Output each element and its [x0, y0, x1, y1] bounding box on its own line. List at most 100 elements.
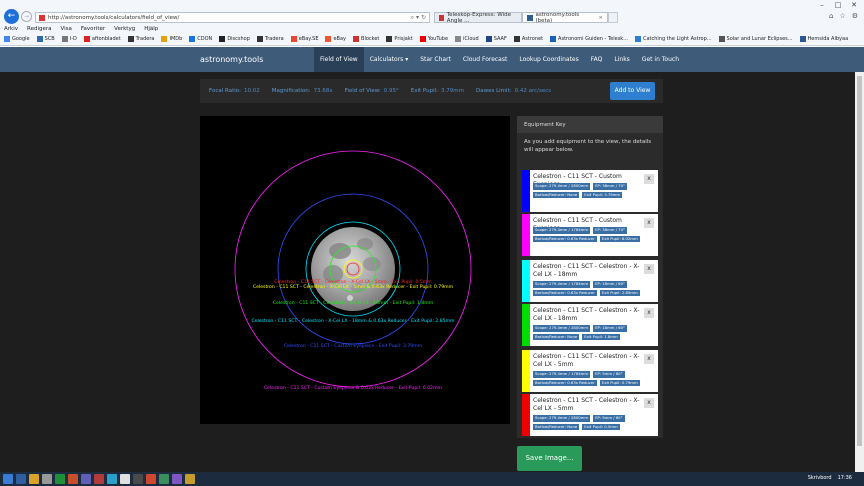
favorite-link[interactable]: Solar and Lunar Eclipses... [718, 36, 793, 42]
favorite-link[interactable]: Prisjakt [386, 36, 413, 42]
remove-equipment-button[interactable]: x [644, 354, 654, 364]
favorite-label: Tradera [264, 36, 284, 42]
remove-equipment-button[interactable]: x [644, 398, 654, 408]
favorite-link[interactable]: Astronet [513, 36, 543, 42]
new-tab-button[interactable] [608, 12, 618, 23]
favorite-favicon-icon [325, 36, 332, 42]
save-image-button[interactable]: Save Image... [517, 446, 582, 471]
favorite-favicon-icon [4, 36, 10, 42]
scrollbar-thumb[interactable] [857, 76, 862, 446]
favorite-link[interactable]: SCB [36, 36, 55, 42]
nav-links[interactable]: Links [608, 47, 635, 72]
favorite-favicon-icon [386, 36, 393, 42]
app-icon[interactable] [68, 474, 78, 484]
address-bar[interactable]: http://astronomy.tools/calculators/field… [35, 12, 430, 23]
menu-arkiv[interactable]: Arkiv [4, 26, 18, 32]
ie-icon[interactable] [16, 474, 26, 484]
equipment-key-panel: Equipment Key As you add equipment to th… [517, 116, 663, 438]
app-icon[interactable] [120, 474, 130, 484]
menu-verktyg[interactable]: Verktyg [114, 26, 135, 32]
app-icon[interactable] [133, 474, 143, 484]
menu-visa[interactable]: Visa [60, 26, 71, 32]
favorites-star-icon[interactable]: ☆ [839, 12, 845, 20]
tray-clock[interactable]: 17:36 [838, 475, 852, 481]
home-icon[interactable]: ⌂ [829, 12, 833, 20]
favorite-link[interactable]: Astronomi Guiden - Telesk... [550, 36, 628, 42]
favorite-link[interactable]: Discshop [219, 36, 250, 42]
app-icon[interactable] [172, 474, 182, 484]
favorite-link[interactable]: IMDb [161, 36, 182, 42]
nav-calculators[interactable]: Calculators ▾ [364, 47, 415, 72]
badge-scope: Scope: 279.4mm / 2800mm [533, 325, 591, 332]
settings-summary-bar: Focal Ratio: 10.02 Magnification: 73.68x F… [200, 79, 663, 103]
favorite-link[interactable]: iCloud [455, 36, 479, 42]
forward-button[interactable]: → [21, 11, 32, 22]
equipment-card: Celestron - C11 SCT - Celestron - X-Cel … [522, 260, 658, 302]
minimize-icon[interactable]: – [814, 0, 830, 10]
favorite-link[interactable]: YouTube [419, 36, 448, 42]
favorite-link[interactable]: eBay [325, 36, 346, 42]
menu-favoriter[interactable]: Favoriter [81, 26, 105, 32]
nav-cloud-forecast[interactable]: Cloud Forecast [457, 47, 513, 72]
nav-field-of-view[interactable]: Field of View [314, 47, 364, 72]
close-window-icon[interactable]: ✕ [846, 0, 862, 10]
badge-eyepiece: EP: 5mm / 60° [593, 415, 625, 422]
remove-equipment-button[interactable]: x [644, 264, 654, 274]
favorite-link[interactable]: Tradera [256, 36, 284, 42]
favorite-link[interactable]: CDON [189, 36, 212, 42]
site-nav-links: Field of View Calculators ▾ Star Chart C… [314, 47, 685, 72]
app-icon[interactable] [159, 474, 169, 484]
app-icon[interactable] [185, 474, 195, 484]
app-icon[interactable] [146, 474, 156, 484]
fov-label-magenta: Celestron - C11 SCT - Custom Eyepiece & … [264, 385, 443, 391]
site-brand[interactable]: astronomy.tools [200, 55, 263, 64]
nav-faq[interactable]: FAQ [585, 47, 609, 72]
favorite-favicon-icon [219, 36, 226, 42]
tab-teleskop-express[interactable]: Teleskop-Express: Wide Angle ... [434, 11, 522, 24]
favorite-link[interactable]: Hemsida Albyaa [799, 36, 848, 42]
page-scrollbar[interactable] [855, 72, 864, 472]
add-to-view-button[interactable]: Add to View [610, 82, 655, 100]
settings-gear-icon[interactable]: ⚙ [852, 12, 858, 20]
fov-label-cyan: Celestron - C11 SCT - Celestron - X-Cel … [251, 318, 455, 324]
app-icon[interactable] [81, 474, 91, 484]
favorite-favicon-icon [189, 36, 196, 42]
equipment-card: Celestron - C11 SCT - Celestron - X-Cel … [522, 350, 658, 392]
search-refresh-icon[interactable]: ⌕ ▾ ↻ [411, 14, 426, 22]
tab-astronomy-tools[interactable]: astronomy.tools (beta) × [522, 12, 608, 24]
favorite-link[interactable]: SAAF [485, 36, 507, 42]
favorite-link[interactable]: Catching the Light Astrop... [634, 36, 712, 42]
equipment-badges: Scope: 279.4mm / 2800mm EP: 5mm / 60° Ba… [533, 415, 653, 430]
start-windows-icon[interactable] [3, 474, 13, 484]
app-icon[interactable] [107, 474, 117, 484]
equipment-title: Celestron - C11 SCT - Celestron - X-Cel … [533, 353, 640, 368]
close-tab-icon[interactable]: × [598, 15, 603, 21]
tab-label: Teleskop-Express: Wide Angle ... [446, 11, 511, 24]
explorer-folder-icon[interactable] [29, 474, 39, 484]
nav-lookup-coordinates[interactable]: Lookup Coordinates [513, 47, 584, 72]
menu-redigera[interactable]: Redigera [27, 26, 51, 32]
nav-star-chart[interactable]: Star Chart [414, 47, 457, 72]
favorite-link[interactable]: eBay.SE [290, 36, 318, 42]
favorites-bar: Google SCB I-D aftonbladet Tradera IMDb CDON Di… [4, 36, 848, 42]
app-icon[interactable] [42, 474, 52, 484]
nav-get-in-touch[interactable]: Get in Touch [636, 47, 685, 72]
favorite-link[interactable]: Tradera [127, 36, 154, 42]
badge-barlow-reducer: Barlow/Reducer: None [533, 423, 580, 430]
equipment-color-swatch [522, 260, 530, 302]
favorite-link[interactable]: Blocket [353, 36, 379, 42]
favorite-label: Google [12, 36, 30, 42]
favorite-favicon-icon [718, 36, 725, 42]
favorite-favicon-icon [61, 36, 68, 42]
app-icon[interactable] [55, 474, 65, 484]
menu-hjalp[interactable]: Hjälp [144, 26, 158, 32]
badge-scope: Scope: 279.4mm / 1764mm [533, 281, 591, 288]
remove-equipment-button[interactable]: x [644, 308, 654, 318]
maximize-icon[interactable]: □ [830, 0, 846, 10]
favorite-link[interactable]: Google [4, 36, 30, 42]
tray-desktop-label[interactable]: Skrivbord [808, 475, 832, 481]
favorite-link[interactable]: I-D [61, 36, 77, 42]
favorite-link[interactable]: aftonbladet [83, 36, 121, 42]
back-button[interactable]: ← [4, 9, 19, 24]
app-icon[interactable] [94, 474, 104, 484]
